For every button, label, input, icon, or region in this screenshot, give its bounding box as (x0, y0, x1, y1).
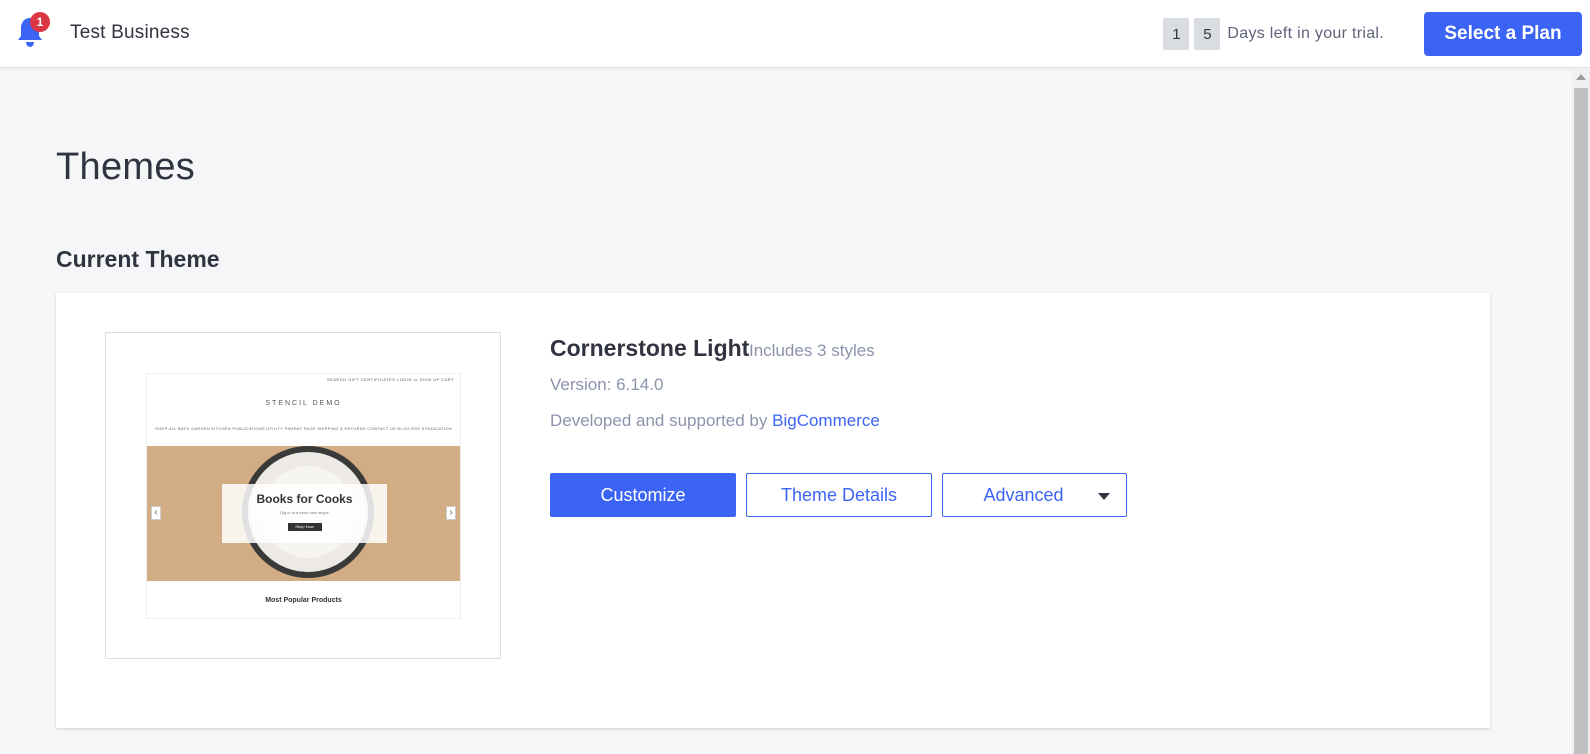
theme-preview-mockup: SEARCH GIFT CERTIFICATES LOGIN or SIGN U… (146, 373, 461, 619)
preview-popular-heading: Most Popular Products (265, 597, 342, 604)
preview-nav-item: BLOG (397, 426, 410, 431)
preview-nav-item: SHIPPING & RETURNS (317, 426, 366, 431)
theme-developer: Developed and supported by BigCommerce (550, 411, 880, 431)
theme-name: Cornerstone Light (550, 335, 750, 361)
advanced-dropdown-button[interactable]: Advanced (942, 473, 1127, 517)
preview-nav-item: KITCHEN (211, 426, 231, 431)
store-name: Test Business (70, 22, 190, 43)
page-title: Themes (56, 146, 196, 188)
select-plan-button[interactable]: Select a Plan (1424, 12, 1582, 56)
trial-digit: 1 (1163, 18, 1190, 50)
customize-button[interactable]: Customize (550, 473, 736, 517)
preview-nav-item: PARENT PAGE (284, 426, 316, 431)
chevron-left-icon: ‹ (151, 506, 161, 520)
developer-link[interactable]: BigCommerce (772, 411, 880, 430)
preview-hero-title: Books for Cooks (256, 492, 353, 506)
preview-hero: ‹ › Books for Cooks Dig in to a fresh ne… (147, 446, 460, 581)
preview-nav-item: SHOP ALL (155, 426, 177, 431)
carousel-dots-icon: ○● (299, 570, 306, 576)
preview-nav-item: BATH (178, 426, 190, 431)
theme-styles-note: Includes 3 styles (749, 341, 875, 360)
preview-nav-item: RSS SYNDICATION (411, 426, 452, 431)
preview-top-links: SEARCH GIFT CERTIFICATES LOGIN or SIGN U… (326, 377, 454, 382)
preview-hero-subtitle: Dig in to a fresh new recipe (280, 510, 329, 515)
notification-badge: 1 (30, 12, 50, 32)
preview-nav: SHOP ALL BATH GARDEN KITCHEN PUBLICATION… (155, 426, 452, 431)
caret-down-icon (1098, 493, 1110, 500)
trial-text: Days left in your trial. (1227, 25, 1384, 42)
theme-preview-image: SEARCH GIFT CERTIFICATES LOGIN or SIGN U… (105, 332, 501, 659)
scrollbar-thumb[interactable] (1574, 88, 1588, 754)
preview-nav-item: GARDEN (191, 426, 210, 431)
notifications-button[interactable]: 1 (16, 12, 50, 50)
scroll-up-arrow-icon[interactable] (1572, 68, 1590, 86)
theme-details-button[interactable]: Theme Details (746, 473, 932, 517)
scrollbar[interactable] (1572, 68, 1590, 754)
chevron-right-icon: › (446, 506, 456, 520)
preview-nav-item: PUBLICATIONS (232, 426, 265, 431)
preview-logo: STENCIL DEMO (265, 400, 342, 407)
section-title: Current Theme (56, 246, 220, 272)
preview-nav-item: UTILITY (266, 426, 284, 431)
top-bar: 1 Test Business 1 5 Days left in your tr… (0, 0, 1590, 68)
trial-digit: 5 (1194, 18, 1221, 50)
current-theme-card: SEARCH GIFT CERTIFICATES LOGIN or SIGN U… (56, 293, 1490, 728)
preview-hero-box: Books for Cooks Dig in to a fresh new re… (222, 484, 387, 543)
trial-counter: 1 5 Days left in your trial. (1163, 17, 1384, 51)
developer-prefix: Developed and supported by (550, 411, 768, 430)
preview-nav-item: CONTACT US (367, 426, 396, 431)
preview-hero-button: Shop Now (287, 523, 322, 531)
advanced-label: Advanced (983, 484, 1064, 505)
theme-version: Version: 6.14.0 (550, 375, 664, 394)
